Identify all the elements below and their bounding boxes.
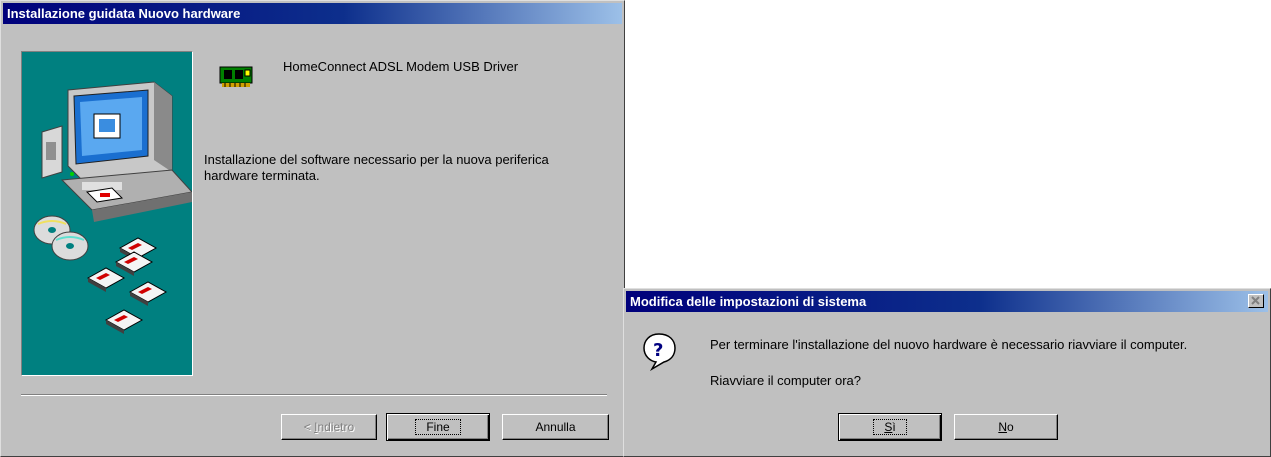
- wizard-illustration: [21, 51, 193, 376]
- finish-button[interactable]: Fine: [386, 413, 490, 441]
- close-button[interactable]: [1248, 294, 1264, 308]
- dialog-question: Riavviare il computer ora?: [710, 373, 862, 388]
- device-chip-icon: [218, 63, 256, 89]
- device-name: HomeConnect ADSL Modem USB Driver: [283, 59, 519, 74]
- computer-icon: [41, 81, 192, 222]
- no-button[interactable]: No: [954, 414, 1058, 440]
- wizard-message: Installazione del software necessario pe…: [204, 152, 549, 183]
- wizard-window: Installazione guidata Nuovo hardware Hom…: [0, 0, 625, 457]
- yes-button[interactable]: Sì: [838, 413, 942, 441]
- cd-icons: [33, 215, 89, 261]
- question-icon: ?: [642, 331, 678, 372]
- wizard-title: Installazione guidata Nuovo hardware: [7, 6, 241, 21]
- floppy-icons: [86, 237, 168, 334]
- dialog-message: Per terminare l'installazione del nuovo …: [710, 337, 1188, 352]
- wizard-separator: [21, 394, 607, 396]
- svg-text:?: ?: [653, 340, 663, 361]
- close-icon: [1251, 296, 1260, 305]
- dialog-title: Modifica delle impostazioni di sistema: [630, 294, 867, 309]
- cancel-button[interactable]: Annulla: [502, 414, 609, 440]
- restart-dialog: Modifica delle impostazioni di sistema ?…: [623, 288, 1271, 457]
- back-button[interactable]: < Indietro: [281, 414, 377, 440]
- dialog-title-bar[interactable]: Modifica delle impostazioni di sistema: [626, 291, 1268, 312]
- wizard-title-bar[interactable]: Installazione guidata Nuovo hardware: [3, 3, 622, 24]
